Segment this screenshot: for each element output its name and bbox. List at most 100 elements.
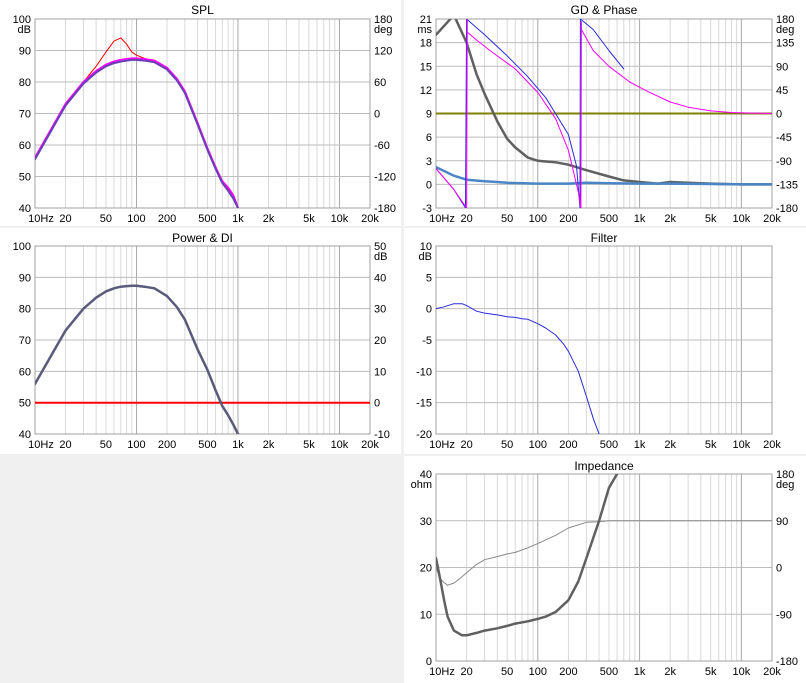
x-tick-label: 10Hz	[28, 439, 54, 451]
y2-tick-label: -90	[776, 609, 792, 621]
y-tick-label: 40	[19, 429, 31, 441]
power-di-chart-panel: Power & DI 10Hz 20 50 100 200 500 1k 2k 5k 10k 20k 4…	[0, 228, 401, 454]
measurement-window: SPL 10Hz 20 50 100 200 500 1k 2k 5k 10k 20k 40 50 60 70…	[0, 0, 806, 683]
grid	[435, 245, 773, 435]
x-tick-label: 10k	[732, 666, 750, 678]
x-tick-label: 20	[59, 439, 71, 451]
x-tick-label: 500	[198, 213, 216, 225]
x-tick-label: 200	[559, 439, 577, 451]
x-tick-label: 200	[559, 666, 577, 678]
y2-unit-label: dB	[374, 251, 387, 263]
y-unit-label: ms	[417, 24, 432, 36]
gd-phase-chart-panel: GD & Phase 10Hz 20 50 100 200 500 1k 2k 5k 10k 20k -…	[404, 0, 806, 226]
y-tick-label: -20	[416, 429, 432, 441]
y2-tick-label: 90	[776, 61, 788, 73]
y-tick-label: 50	[19, 172, 31, 184]
x-tick-label: 10Hz	[28, 213, 54, 225]
y-tick-label: 90	[19, 46, 31, 58]
x-tick-label: 10k	[732, 439, 750, 451]
y-tick-label: -15	[416, 398, 432, 410]
series-line	[580, 21, 582, 208]
y2-unit-label: deg	[374, 24, 392, 36]
y2-tick-label: -60	[374, 140, 390, 152]
y2-tick-label: -180	[776, 656, 798, 668]
y-tick-label: 10	[420, 609, 432, 621]
series-line	[580, 29, 772, 114]
x-tick-label: 20	[461, 666, 473, 678]
y2-tick-label: -10	[374, 429, 390, 441]
y-tick-label: -3	[422, 203, 432, 215]
x-tick-label: 5k	[705, 439, 717, 451]
x-tick-label: 10Hz	[429, 439, 455, 451]
x-tick-label: 1k	[634, 666, 646, 678]
y-tick-label: 15	[420, 61, 432, 73]
y-tick-label: -5	[422, 335, 432, 347]
y2-tick-label: 135	[776, 38, 794, 50]
x-tick-label: 2k	[664, 213, 676, 225]
power-di-chart: Power & DI10Hz 20 50 100 200 500 1k 2k 5k 10k 20k4…	[13, 231, 390, 451]
y2-tick-label: 40	[374, 272, 386, 284]
y2-tick-label: 20	[374, 335, 386, 347]
impedance-chart: Impedance10Hz 20 50 100 200 500 1k 2k 5k 10k 20k01…	[411, 459, 798, 678]
x-tick-label: 50	[501, 666, 513, 678]
x-tick-label: 1k	[634, 439, 646, 451]
y-tick-label: 0	[426, 304, 432, 316]
x-tick-label: 100	[529, 213, 547, 225]
x-tick-label: 2k	[664, 439, 676, 451]
series-line	[436, 19, 772, 186]
y-tick-label: 80	[19, 304, 31, 316]
x-tick-label: 500	[600, 439, 618, 451]
x-tick-label: 2k	[263, 439, 275, 451]
y2-tick-label: 90	[776, 516, 788, 528]
spl-chart-panel: SPL 10Hz 20 50 100 200 500 1k 2k 5k 10k 20k 40 50 60 70…	[0, 0, 401, 226]
y-tick-label: 0	[426, 656, 432, 668]
y-tick-label: 70	[19, 109, 31, 121]
y2-tick-label: -90	[776, 156, 792, 168]
y-tick-label: 20	[420, 563, 432, 575]
x-tick-label: 200	[158, 439, 176, 451]
x-tick-label: 500	[600, 666, 618, 678]
y2-tick-label: -180	[776, 203, 798, 215]
y-tick-label: 6	[426, 132, 432, 144]
x-tick-label: 50	[100, 439, 112, 451]
x-tick-label: 20	[461, 213, 473, 225]
y2-tick-label: -120	[374, 172, 396, 184]
y2-unit-label: deg	[776, 479, 794, 491]
x-tick-label: 100	[127, 213, 145, 225]
x-tick-label: 1k	[634, 213, 646, 225]
y-tick-label: 5	[426, 272, 432, 284]
y-tick-label: 0	[426, 179, 432, 191]
y2-tick-label: 45	[776, 85, 788, 97]
y2-tick-label: 10	[374, 366, 386, 378]
y-unit-label: dB	[419, 251, 432, 263]
spl-chart: SPL10Hz 20 50 100 200 500 1k 2k 5k 10k 20k40506070…	[13, 3, 396, 225]
gd-phase-chart: GD & Phase10Hz 20 50 100 200 500 1k 2k 5k 10k 20k-…	[417, 3, 798, 225]
y2-tick-label: -135	[776, 179, 798, 191]
x-tick-label: 10k	[331, 213, 349, 225]
series-line	[436, 474, 619, 637]
x-tick-label: 100	[529, 666, 547, 678]
x-tick-label: 1k	[232, 213, 244, 225]
series-line	[436, 303, 600, 434]
impedance-chart-panel: Impedance 10Hz 20 50 100 200 500 1k 2k 5k 10k 20k 0 1…	[404, 456, 806, 683]
y2-tick-label: 30	[374, 304, 386, 316]
y-unit-label: dB	[18, 24, 31, 36]
x-tick-label: 5k	[705, 213, 717, 225]
x-tick-label: 5k	[705, 666, 717, 678]
y2-tick-label: 0	[776, 109, 782, 121]
filter-chart-panel: Filter 10Hz 20 50 100 200 500 1k 2k 5k 10k 20k -20 -1…	[404, 228, 806, 454]
x-tick-label: 2k	[263, 213, 275, 225]
x-tick-label: 500	[600, 213, 618, 225]
y2-tick-label: 0	[776, 563, 782, 575]
series-group	[436, 474, 772, 637]
series-line	[466, 19, 468, 208]
y-tick-label: 80	[19, 77, 31, 89]
series-group	[436, 303, 600, 434]
y-tick-label: 30	[420, 516, 432, 528]
grid	[34, 18, 371, 209]
x-tick-label: 20k	[763, 439, 781, 451]
x-tick-label: 2k	[664, 666, 676, 678]
y-tick-label: 60	[19, 366, 31, 378]
y2-unit-label: deg	[776, 24, 794, 36]
y2-tick-label: 0	[374, 109, 380, 121]
